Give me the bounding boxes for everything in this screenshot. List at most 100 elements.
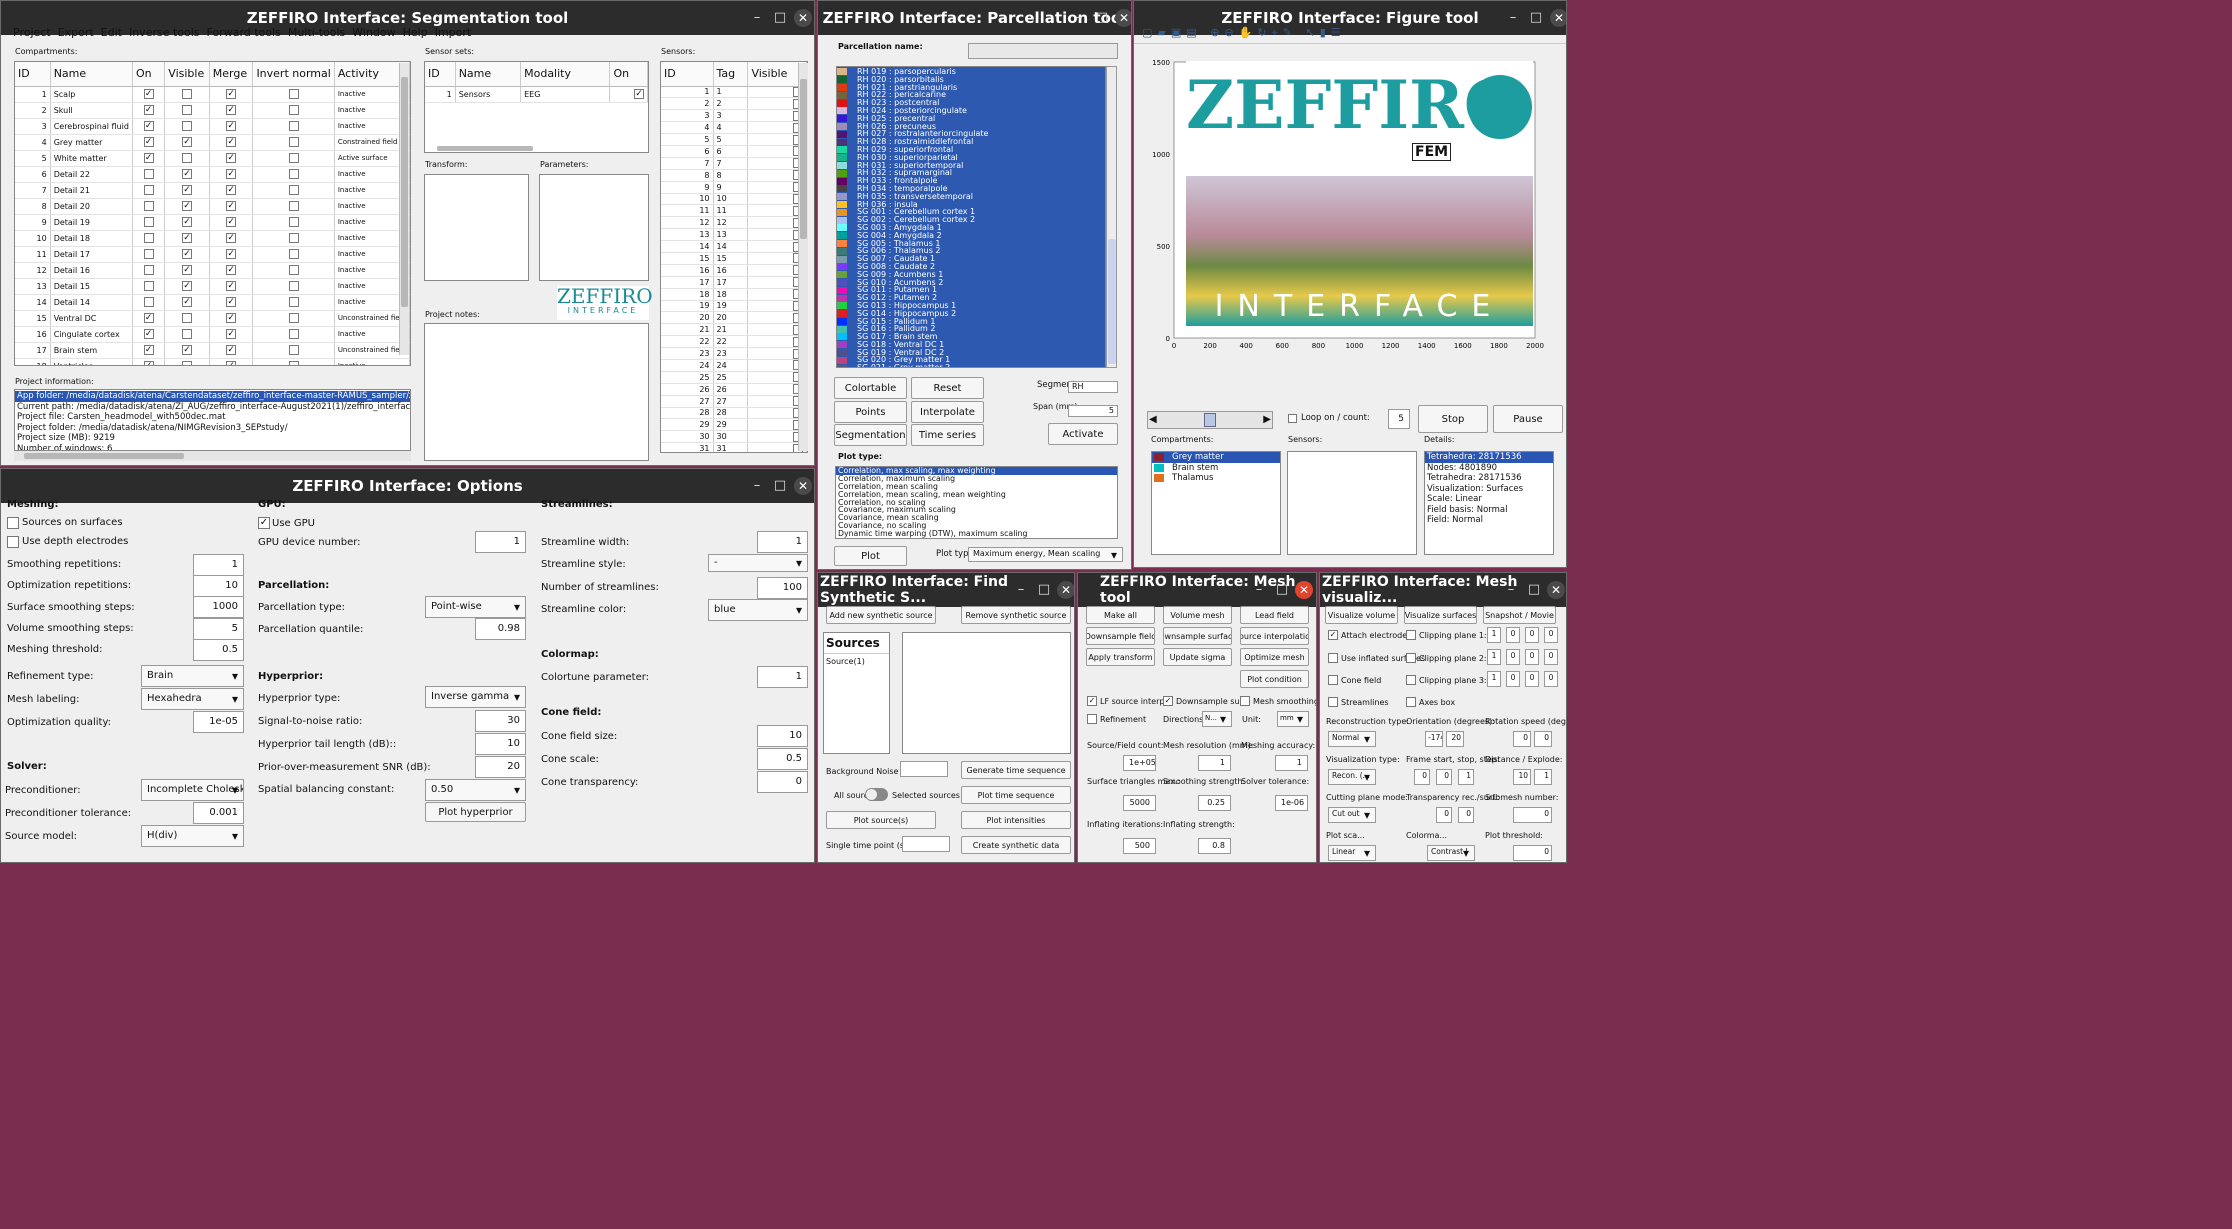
cone-size-input[interactable]: 10: [757, 725, 808, 747]
datacursor-icon[interactable]: ⌖: [1272, 26, 1283, 39]
sensor-tag[interactable]: 25: [713, 371, 749, 384]
downsample-field-button[interactable]: Downsample field: [1086, 627, 1155, 645]
use-gpu-checkbox[interactable]: ✓: [258, 517, 270, 529]
plot-type-list[interactable]: Correlation, max scaling, max weighting C…: [835, 466, 1118, 539]
compartment-inv-checkbox[interactable]: [252, 262, 335, 279]
sources-toggle[interactable]: [865, 788, 888, 801]
compartment-inv-checkbox[interactable]: [252, 230, 335, 247]
compartment-inv-checkbox[interactable]: [252, 246, 335, 263]
table-row[interactable]: 10 10: [661, 193, 807, 206]
compartment-inv-checkbox[interactable]: [252, 102, 335, 119]
detail-line[interactable]: Visualization: Surfaces: [1425, 484, 1553, 495]
trans2-input[interactable]: 0: [1458, 807, 1474, 823]
minimize-icon[interactable]: –: [1012, 581, 1030, 599]
clip-plane-input[interactable]: 0: [1544, 671, 1558, 687]
smoothing-rep-input[interactable]: 1: [193, 554, 244, 576]
fig-compartment-item[interactable]: Thalamus: [1152, 473, 1280, 484]
table-row[interactable]: 20 20: [661, 311, 807, 325]
table-row[interactable]: 27 27: [661, 395, 807, 408]
sensor-sets-table[interactable]: ID Name Modality On 1 Sensors EEG ✓: [424, 61, 649, 153]
frame1-input[interactable]: 0: [1414, 769, 1430, 785]
sources-list[interactable]: Sources Source(1): [823, 632, 890, 754]
create-synthetic-button[interactable]: Create synthetic data: [961, 836, 1071, 854]
rot2-input[interactable]: 0: [1534, 731, 1552, 747]
compartment-inv-checkbox[interactable]: [252, 326, 335, 343]
minimize-icon[interactable]: –: [1502, 581, 1520, 599]
clip-plane-input[interactable]: 0: [1544, 649, 1558, 665]
fig-sensors-list[interactable]: [1287, 451, 1417, 555]
optimize-mesh-button[interactable]: Optimize mesh: [1240, 648, 1309, 666]
minimize-icon[interactable]: –: [1504, 9, 1522, 27]
sensor-tag[interactable]: 13: [713, 228, 749, 242]
span-input[interactable]: 5: [1068, 405, 1118, 417]
column-header[interactable]: On: [609, 62, 648, 87]
sensor-set-name[interactable]: Sensors: [455, 86, 522, 103]
compartment-name[interactable]: Detail 22: [50, 166, 133, 183]
table-row[interactable]: 2 Skull ✓ ✓ Inactive: [15, 102, 410, 119]
compartment-vis-checkbox[interactable]: ✓: [164, 246, 210, 263]
compartment-inv-checkbox[interactable]: [252, 198, 335, 215]
compartment-on-checkbox[interactable]: ✓: [132, 342, 166, 359]
compartment-merge-checkbox[interactable]: ✓: [209, 310, 254, 327]
table-row[interactable]: 6 Detail 22 ✓ ✓ Inactive: [15, 166, 410, 183]
sensor-tag[interactable]: 4: [713, 121, 749, 135]
compartment-inv-checkbox[interactable]: [252, 134, 335, 151]
clip-plane-input[interactable]: 1: [1487, 649, 1501, 665]
detail-line[interactable]: Scale: Linear: [1425, 494, 1553, 505]
options-titlebar[interactable]: ZEFFIRO Interface: Options: [1, 469, 814, 503]
volume-mesh-button[interactable]: Volume mesh: [1163, 606, 1232, 624]
points-button[interactable]: Points: [834, 401, 907, 423]
activate-button[interactable]: Activate: [1048, 423, 1118, 445]
sensor-tag[interactable]: 30: [713, 430, 749, 444]
parcellation-list[interactable]: RH 019 : parsopercularis RH 020 : parsorb…: [836, 66, 1106, 368]
compartment-vis-checkbox[interactable]: ✓: [164, 134, 210, 151]
clip-plane-input[interactable]: 0: [1525, 627, 1539, 643]
table-row[interactable]: 1 Scalp ✓ ✓ Inactive: [15, 86, 410, 103]
compartment-vis-checkbox[interactable]: ✓: [164, 198, 210, 215]
parcel-item[interactable]: SG 021 : Grey matter 2: [837, 364, 1105, 367]
sensors-scrollbar[interactable]: [798, 63, 808, 451]
sensor-tag[interactable]: 24: [713, 359, 749, 372]
sensor-tag[interactable]: 11: [713, 204, 749, 218]
detail-line[interactable]: Tetrahedra: 28171536: [1425, 452, 1553, 463]
refinement-checkbox[interactable]: [1087, 714, 1097, 724]
column-header[interactable]: Visible: [164, 62, 210, 87]
smooth-str-input[interactable]: 0.25: [1198, 795, 1231, 811]
table-row[interactable]: 7 Detail 21 ✓ ✓ Inactive: [15, 182, 410, 199]
inflating-str-input[interactable]: 0.8: [1198, 838, 1231, 854]
rotate-icon[interactable]: ↻: [1257, 26, 1271, 39]
downsample-surf-checkbox[interactable]: ✓: [1163, 696, 1173, 706]
zoom-out-icon[interactable]: ⊖: [1224, 26, 1238, 39]
visualize-surfaces-button[interactable]: Visualize surfaces: [1404, 606, 1477, 624]
table-row[interactable]: 9 Detail 19 ✓ ✓ Inactive: [15, 214, 410, 231]
time-slider[interactable]: ◀ ▶: [1147, 411, 1273, 429]
table-row[interactable]: 11: [661, 86, 807, 99]
mesh-smoothing-checkbox[interactable]: [1240, 696, 1250, 706]
num-stream-input[interactable]: 100: [757, 577, 808, 599]
table-row[interactable]: 88: [661, 169, 807, 182]
compartment-on-checkbox[interactable]: ✓: [132, 134, 166, 151]
refinement-type-select[interactable]: Brain: [141, 665, 244, 687]
preconditioner-select[interactable]: Incomplete Cholesky: [141, 779, 244, 801]
compartment-name[interactable]: White matter: [50, 150, 133, 167]
surface-smoothing-input[interactable]: 1000: [193, 596, 244, 618]
segment-input[interactable]: RH: [1068, 381, 1118, 393]
compartment-vis-checkbox[interactable]: ✓: [164, 342, 210, 359]
parcellation-name-input[interactable]: [968, 43, 1118, 59]
close-icon[interactable]: ✕: [1115, 9, 1131, 27]
table-row[interactable]: 55: [661, 133, 807, 146]
plot-time-button[interactable]: Plot time sequence: [961, 786, 1071, 804]
segmentation-button[interactable]: Segmentation: [834, 424, 907, 446]
clip3-checkbox[interactable]: [1406, 675, 1416, 685]
table-row[interactable]: 30 30: [661, 430, 807, 444]
compartment-on-checkbox[interactable]: [132, 166, 166, 183]
table-row[interactable]: 21 21: [661, 323, 807, 337]
project-info-line[interactable]: Current path: /media/datadisk/atena/ZI_A…: [15, 402, 410, 413]
compartment-vis-checkbox[interactable]: ✓: [164, 262, 210, 279]
compartment-name[interactable]: Detail 20: [50, 198, 133, 215]
compartment-merge-checkbox[interactable]: ✓: [209, 118, 254, 135]
clip-plane-input[interactable]: 1: [1487, 671, 1501, 687]
table-row[interactable]: 13 Detail 15 ✓ ✓ Inactive: [15, 278, 410, 295]
sensor-tag[interactable]: 26: [713, 383, 749, 396]
plot-thr-input[interactable]: 0: [1513, 845, 1552, 861]
